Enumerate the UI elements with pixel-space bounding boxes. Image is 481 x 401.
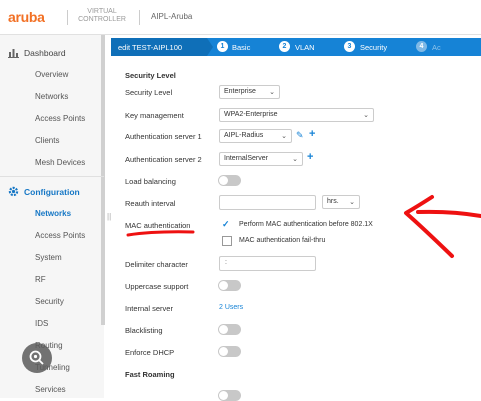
step-3-badge: 3 [344, 41, 355, 52]
internal-server-label: Internal server [125, 304, 173, 313]
header-divider [67, 10, 68, 25]
sidebar-separator [0, 176, 104, 177]
gear-icon [8, 186, 19, 199]
product-name: VIRTUAL CONTROLLER [77, 8, 127, 24]
auth-server-1-select[interactable]: AIPL-Radius ⌄ [219, 129, 292, 143]
image-search-button[interactable] [22, 343, 52, 373]
key-management-value: WPA2-Enterprise [224, 111, 278, 118]
chevron-down-icon: ⌄ [281, 133, 287, 140]
mac-auth-before-8021x-label: Perform MAC authentication before 802.1X [239, 221, 373, 228]
security-level-value: Enterprise [224, 88, 256, 95]
tab-vlan[interactable]: VLAN [295, 43, 315, 52]
chevron-down-icon: ⌄ [363, 112, 369, 119]
chevron-down-icon: ⌄ [292, 156, 298, 163]
security-level-select[interactable]: Enterprise ⌄ [219, 85, 280, 99]
cluster-name: AIPL-Aruba [151, 12, 193, 21]
mac-auth-fail-thru-checkbox[interactable] [222, 236, 232, 246]
load-balancing-toggle[interactable] [218, 175, 241, 186]
sidebar-item-services[interactable]: Services [35, 385, 66, 394]
mac-auth-label: MAC authentication [125, 221, 191, 230]
edit-icon[interactable]: ✎ [296, 130, 304, 141]
enforce-dhcp-toggle[interactable] [218, 346, 241, 357]
delimiter-label: Delimiter character [125, 260, 188, 269]
red-arrow-annotation [404, 195, 481, 258]
sidebar-item-ids[interactable]: IDS [35, 319, 48, 328]
sidebar-item-mesh-devices[interactable]: Mesh Devices [35, 158, 85, 167]
reauth-interval-label: Reauth interval [125, 199, 176, 208]
tab-security[interactable]: Security [360, 43, 387, 52]
aruba-logo: aruba [8, 9, 45, 25]
chevron-down-icon: ⌄ [349, 199, 355, 206]
uppercase-label: Uppercase support [125, 282, 189, 291]
toggle-knob [219, 281, 228, 290]
tab-arrow [207, 38, 213, 56]
tab-access[interactable]: Ac [432, 43, 441, 52]
section-security-level: Security Level [125, 71, 176, 80]
toggle-knob [219, 347, 228, 356]
resize-handle-icon[interactable]: || [107, 212, 111, 221]
product-line-1: VIRTUAL [87, 8, 117, 15]
sidebar-item-config-networks[interactable]: Networks [35, 209, 71, 218]
enforce-dhcp-label: Enforce DHCP [125, 348, 175, 357]
key-management-label: Key management [125, 111, 184, 120]
toggle-knob [219, 391, 228, 400]
sidebar-item-security[interactable]: Security [35, 297, 64, 306]
red-underline-annotation [126, 230, 195, 237]
step-4-badge: 4 [416, 41, 427, 52]
auth-server-2-select[interactable]: InternalServer ⌄ [219, 152, 303, 166]
blacklisting-label: Blacklisting [125, 326, 163, 335]
security-level-label: Security Level [125, 88, 173, 97]
step-2-badge: 2 [279, 41, 290, 52]
top-bar: aruba VIRTUAL CONTROLLER AIPL-Aruba [0, 0, 481, 35]
auth-server-1-value: AIPL-Radius [224, 132, 264, 139]
sidebar-item-access-points[interactable]: Access Points [35, 114, 85, 123]
add-server-icon[interactable]: + [307, 151, 313, 163]
delimiter-input[interactable]: : [219, 256, 316, 271]
fast-roaming-toggle-partial[interactable] [218, 390, 241, 401]
sidebar-configuration[interactable]: Configuration [24, 187, 80, 197]
sidebar-item-clients[interactable]: Clients [35, 136, 59, 145]
dashboard-icon [8, 48, 19, 60]
toggle-knob [219, 325, 228, 334]
mac-auth-fail-thru-label: MAC authentication fail-thru [239, 237, 326, 244]
reauth-unit-value: hrs. [327, 198, 339, 205]
edit-network-label: edit TEST-AIPL100 [118, 43, 183, 52]
chevron-down-icon: ⌄ [269, 89, 275, 96]
add-server-icon[interactable]: + [309, 128, 315, 140]
toggle-knob [219, 176, 228, 185]
sidebar-item-config-access-points[interactable]: Access Points [35, 231, 85, 240]
uppercase-toggle[interactable] [218, 280, 241, 291]
auth-server-2-value: InternalServer [224, 155, 268, 162]
sidebar-item-networks[interactable]: Networks [35, 92, 68, 101]
tab-basic[interactable]: Basic [232, 43, 250, 52]
step-1-badge: 1 [217, 41, 228, 52]
sidebar-item-system[interactable]: System [35, 253, 62, 262]
auth-server-1-label: Authentication server 1 [125, 132, 202, 141]
magnifier-icon [29, 350, 44, 365]
section-fast-roaming: Fast Roaming [125, 370, 175, 379]
reauth-interval-input[interactable] [219, 195, 316, 210]
sidebar-item-overview[interactable]: Overview [35, 70, 68, 79]
auth-server-2-label: Authentication server 2 [125, 155, 202, 164]
load-balancing-label: Load balancing [125, 177, 176, 186]
internal-server-users-link[interactable]: 2 Users [219, 304, 243, 311]
key-management-select[interactable]: WPA2-Enterprise ⌄ [219, 108, 374, 122]
checkmark-icon[interactable]: ✓ [222, 219, 230, 230]
sidebar-dashboard[interactable]: Dashboard [24, 48, 66, 58]
product-line-2: CONTROLLER [78, 16, 126, 23]
sidebar-item-rf[interactable]: RF [35, 275, 46, 284]
reauth-unit-select[interactable]: hrs. ⌄ [322, 195, 360, 209]
header-divider [139, 10, 140, 25]
sidebar-scrollbar[interactable] [101, 35, 105, 325]
blacklisting-toggle[interactable] [218, 324, 241, 335]
